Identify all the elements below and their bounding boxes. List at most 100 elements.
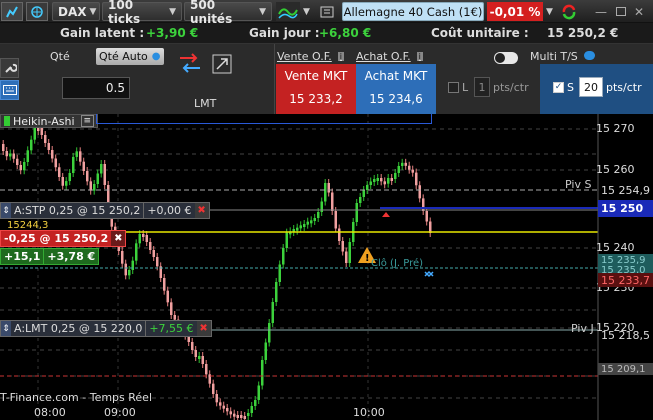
chart-style-tab[interactable]: Heikin-Ashi ≡ [0, 114, 99, 128]
position-tag[interactable]: -0,25 @ 15 250,2 ✖ [0, 230, 127, 247]
settings-icon[interactable] [318, 2, 336, 21]
candle [191, 342, 194, 350]
keyboard-icon[interactable] [0, 80, 19, 100]
candle [345, 251, 348, 263]
y-tick-label: 15 260 [596, 163, 635, 176]
candle [390, 178, 393, 181]
qty-auto-label: Qté Auto [99, 50, 148, 63]
qty-auto-button[interactable]: Qté Auto ● [96, 48, 164, 65]
chart-type-icon[interactable] [1, 2, 23, 21]
candle [215, 394, 218, 403]
candle [135, 243, 138, 261]
chevron-down-icon: ▼ [169, 6, 176, 17]
chart-style-label: Heikin-Ashi [13, 114, 75, 128]
wrench-icon[interactable] [0, 58, 19, 78]
instrument-button[interactable]: Allemagne 40 Cash (1€) [342, 2, 484, 21]
candle [261, 360, 264, 386]
refresh-icon[interactable] [560, 2, 578, 21]
y-tick-label: 15 270 [596, 122, 635, 135]
quantity-label: 500 unités [190, 0, 233, 26]
latent-gain-label: Gain latent : [60, 26, 145, 40]
stop-input[interactable]: 20 [579, 77, 603, 97]
sell-price: 15 233,2 [289, 92, 343, 106]
drag-icon[interactable]: ⇕ [1, 203, 11, 218]
candle [212, 383, 215, 394]
candle [170, 302, 173, 315]
candle [401, 162, 404, 166]
candle [26, 150, 29, 162]
candle [229, 411, 232, 415]
candle [163, 278, 166, 291]
candle [268, 323, 271, 343]
candle [9, 153, 12, 157]
candle [37, 128, 40, 131]
candle [68, 173, 71, 182]
candle [334, 211, 337, 229]
buy-of-button[interactable]: Achat O.F. i [356, 49, 423, 63]
candle [226, 408, 229, 412]
candle [373, 179, 376, 182]
stop-order-tag[interactable]: ⇕ A:STP 0,25 @ 15 250,2 +0,00 € ✖ [0, 202, 210, 219]
info-icon: i [416, 51, 423, 61]
period-label: 100 ticks [108, 0, 141, 26]
maximize-icon[interactable] [614, 2, 628, 21]
sell-of-button[interactable]: Vente O.F. i [277, 49, 344, 63]
candle [58, 167, 61, 177]
candle [166, 290, 169, 303]
menu-icon[interactable]: ≡ [80, 115, 95, 127]
candle [30, 139, 33, 151]
candle [278, 264, 281, 282]
reverse-icon[interactable] [178, 52, 202, 76]
close-icon[interactable]: ✕ [634, 2, 648, 21]
stop-checkbox[interactable]: ✓ [553, 82, 564, 93]
limit-unit: pts/ctr [493, 81, 529, 94]
candle [408, 165, 411, 170]
candle [313, 218, 316, 221]
candle [131, 260, 134, 270]
link-icon[interactable] [26, 2, 48, 21]
candle [40, 128, 43, 135]
qty-input[interactable]: 0.5 [62, 77, 130, 99]
instrument-label: Allemagne 40 Cash (1€) [343, 4, 483, 19]
close-icon[interactable]: ✖ [196, 321, 211, 336]
buy-mkt-label: Achat MKT [364, 69, 428, 83]
candle [275, 282, 278, 302]
price-chart[interactable]: ! Heikin-Ashi ≡ 15 270 15 260 15 240 15 230 1… [0, 114, 653, 420]
close-icon[interactable]: ✖ [111, 231, 126, 246]
limit-label: L [462, 81, 469, 94]
candle [54, 158, 57, 168]
day-gain-label: Gain jour : [249, 26, 320, 40]
limit-input[interactable]: 1 [474, 77, 490, 97]
close-icon[interactable]: ✖ [194, 203, 209, 218]
limit-order-tag[interactable]: ⇕ A:LMT 0,25 @ 15 220,0 +7,55 € ✖ [0, 320, 212, 337]
expand-icon[interactable] [210, 52, 234, 76]
candle [61, 177, 64, 186]
chevron-down-icon: ▼ [89, 6, 97, 17]
drag-icon[interactable]: ⇕ [1, 321, 11, 336]
sell-mkt-label: Vente MKT [284, 69, 348, 83]
unit-cost-label: Coût unitaire : [431, 26, 529, 40]
candle [103, 164, 106, 185]
candle [86, 171, 89, 182]
chevron-down-icon[interactable]: ▼ [303, 2, 313, 21]
marker-value: 15 254,9 [601, 184, 650, 197]
multi-ts-toggle[interactable] [494, 52, 518, 64]
minimize-icon[interactable]: — [595, 2, 609, 21]
chevron-down-icon[interactable]: ▼ [546, 2, 556, 21]
limit-checkbox[interactable] [448, 82, 459, 93]
period-select[interactable]: 100 ticks ▼ [102, 0, 182, 26]
multi-ts-label: Multi T/S [530, 50, 578, 63]
candle [243, 416, 246, 419]
candle [82, 161, 85, 171]
buy-mkt-button[interactable]: Achat MKT 15 234,6 [356, 64, 436, 114]
candle [138, 234, 141, 244]
candle [425, 211, 428, 222]
candle [16, 158, 19, 165]
candle [348, 242, 351, 263]
sell-mkt-button[interactable]: Vente MKT 15 233,2 [276, 64, 356, 114]
candle [299, 225, 302, 229]
indicator-icon[interactable] [276, 2, 300, 21]
quantity-select[interactable]: 500 unités ▼ [184, 0, 272, 26]
pivot-j-label: Piv J [571, 322, 594, 335]
product-select[interactable]: DAX ▼ [52, 2, 100, 21]
